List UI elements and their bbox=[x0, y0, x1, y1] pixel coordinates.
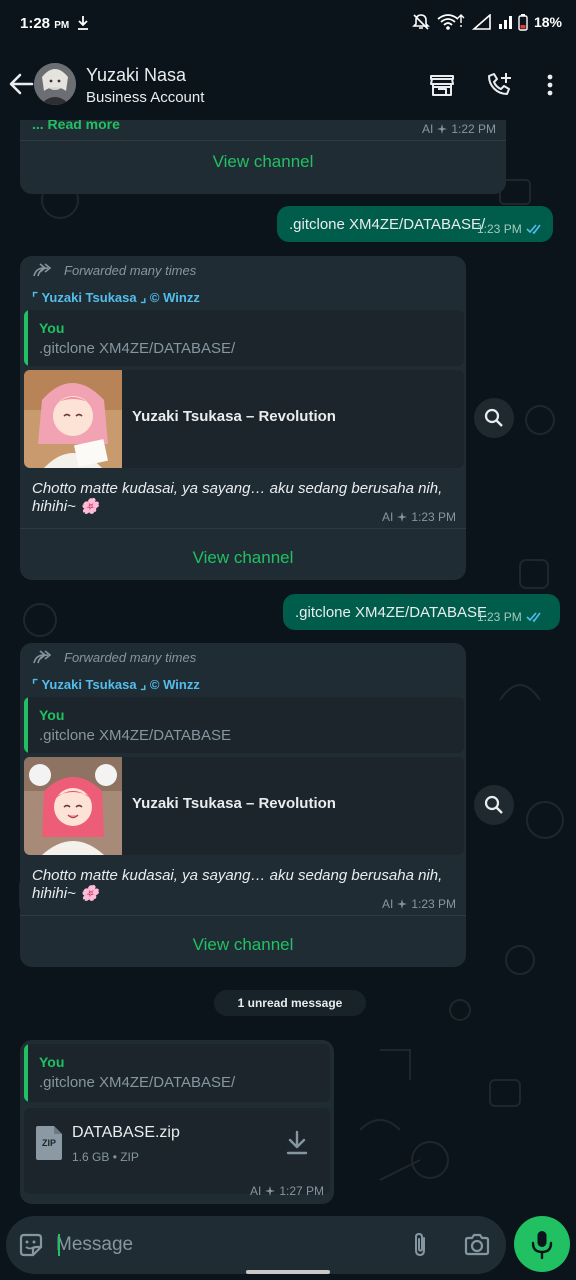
preview-thumbnail bbox=[24, 757, 122, 855]
storefront-icon[interactable] bbox=[427, 70, 457, 100]
chat-header: Yuzaki Nasa Business Account bbox=[0, 48, 576, 120]
link-preview[interactable]: Yuzaki Tsukasa – Revolution bbox=[24, 370, 464, 468]
quote-author: You bbox=[39, 320, 65, 336]
search-icon bbox=[484, 408, 503, 427]
zip-file-icon: ZIP bbox=[36, 1126, 62, 1160]
quoted-reply[interactable]: You .gitclone XM4ZE/DATABASE/ bbox=[24, 1044, 330, 1102]
quote-text: .gitclone XM4ZE/DATABASE/ bbox=[39, 1074, 236, 1091]
home-indicator[interactable] bbox=[246, 1270, 330, 1274]
camera-icon[interactable] bbox=[462, 1230, 492, 1260]
voice-record-button[interactable] bbox=[514, 1216, 570, 1272]
avatar[interactable] bbox=[34, 63, 76, 105]
battery-percent: 18% bbox=[533, 14, 562, 30]
forwarded-many-icon bbox=[33, 650, 52, 664]
status-bar: 1:28 PM 18% bbox=[0, 0, 576, 48]
file-name: DATABASE.zip bbox=[72, 1124, 180, 1141]
message-input[interactable] bbox=[56, 1230, 396, 1260]
text-cursor bbox=[58, 1234, 60, 1256]
forwarded-message[interactable]: Forwarded many times ⌜ Yuzaki Tsukasa ⌟ … bbox=[20, 643, 514, 967]
quote-author: You bbox=[39, 1054, 65, 1070]
quote-bar bbox=[24, 697, 28, 753]
divider bbox=[20, 140, 506, 141]
link-preview[interactable]: Yuzaki Tsukasa – Revolution bbox=[24, 757, 464, 855]
forwarded-many-icon bbox=[33, 263, 52, 277]
channel-name-link[interactable]: ⌜ Yuzaki Tsukasa ⌟ © Winzz bbox=[32, 290, 200, 306]
back-arrow-icon[interactable] bbox=[6, 70, 36, 98]
contact-name[interactable]: Yuzaki Nasa bbox=[86, 65, 186, 86]
double-check-icon bbox=[526, 612, 541, 623]
contact-subtitle: Business Account bbox=[86, 89, 205, 106]
message-meta: AI 1:23 PM bbox=[382, 897, 457, 911]
message-text: .gitclone XM4ZE/DATABASE/ bbox=[289, 216, 486, 233]
download-icon[interactable] bbox=[282, 1128, 312, 1158]
view-channel-button[interactable]: View channel bbox=[20, 935, 466, 955]
ai-sparkle-icon bbox=[397, 899, 408, 909]
outgoing-message[interactable]: .gitclone XM4ZE/DATABASE/ 1:23 PM bbox=[277, 206, 553, 242]
file-attachment[interactable]: ZIP DATABASE.zip 1.6 GB • ZIP bbox=[24, 1108, 330, 1194]
message-list[interactable]: ... Read more AI 1:22 PM View channel .g… bbox=[0, 120, 576, 1210]
quote-bar bbox=[24, 1044, 28, 1102]
search-button[interactable] bbox=[474, 785, 514, 825]
forwarded-label: Forwarded many times bbox=[32, 649, 196, 665]
ai-sparkle-icon bbox=[397, 512, 408, 522]
message-meta: 1:23 PM bbox=[477, 610, 544, 624]
preview-title: Yuzaki Tsukasa – Revolution bbox=[132, 795, 336, 812]
channel-message-card[interactable]: ... Read more AI 1:22 PM View channel bbox=[20, 120, 506, 194]
search-button[interactable] bbox=[474, 398, 514, 438]
more-options-icon[interactable] bbox=[535, 70, 565, 100]
message-meta: AI 1:23 PM bbox=[382, 510, 457, 524]
quote-author: You bbox=[39, 707, 65, 723]
signal-bars-icon bbox=[498, 16, 512, 29]
add-call-icon[interactable] bbox=[484, 70, 514, 100]
double-check-icon bbox=[526, 224, 541, 235]
read-more-link[interactable]: ... Read more bbox=[32, 120, 120, 132]
divider bbox=[20, 915, 466, 916]
outgoing-message[interactable]: .gitclone XM4ZE/DATABASE 1:23 PM bbox=[283, 594, 560, 630]
preview-thumbnail bbox=[24, 370, 122, 468]
message-input-container[interactable] bbox=[6, 1216, 506, 1274]
quote-bar bbox=[24, 310, 28, 366]
view-channel-button[interactable]: View channel bbox=[20, 548, 466, 568]
search-icon bbox=[484, 795, 503, 814]
ai-sparkle-icon bbox=[437, 124, 448, 134]
wifi-icon bbox=[437, 14, 465, 30]
message-meta: AI 1:22 PM bbox=[422, 122, 497, 136]
file-meta: 1.6 GB • ZIP bbox=[72, 1150, 139, 1164]
channel-name-link[interactable]: ⌜ Yuzaki Tsukasa ⌟ © Winzz bbox=[32, 677, 200, 693]
battery-icon bbox=[518, 14, 528, 31]
download-icon bbox=[78, 16, 88, 30]
unread-messages-badge: 1 unread message bbox=[214, 990, 366, 1016]
signal-icon bbox=[471, 14, 491, 30]
file-message[interactable]: You .gitclone XM4ZE/DATABASE/ ZIP DATABA… bbox=[20, 1040, 334, 1204]
message-text: .gitclone XM4ZE/DATABASE bbox=[295, 604, 488, 621]
mute-icon bbox=[412, 14, 430, 30]
sticker-icon[interactable] bbox=[16, 1230, 46, 1260]
forwarded-label: Forwarded many times bbox=[32, 262, 196, 278]
quoted-reply[interactable]: You .gitclone XM4ZE/DATABASE/ bbox=[24, 310, 464, 366]
message-meta: AI 1:27 PM bbox=[250, 1184, 325, 1198]
quote-text: .gitclone XM4ZE/DATABASE bbox=[39, 727, 232, 744]
message-meta: 1:23 PM bbox=[477, 222, 544, 236]
forwarded-message[interactable]: Forwarded many times ⌜ Yuzaki Tsukasa ⌟ … bbox=[20, 256, 514, 580]
attach-icon[interactable] bbox=[406, 1230, 436, 1260]
ai-sparkle-icon bbox=[265, 1186, 276, 1196]
quoted-reply[interactable]: You .gitclone XM4ZE/DATABASE bbox=[24, 697, 464, 753]
status-time: 1:28 PM bbox=[20, 15, 70, 32]
preview-title: Yuzaki Tsukasa – Revolution bbox=[132, 408, 336, 425]
divider bbox=[20, 528, 466, 529]
quote-text: .gitclone XM4ZE/DATABASE/ bbox=[39, 340, 236, 357]
view-channel-button[interactable]: View channel bbox=[20, 152, 506, 172]
microphone-icon bbox=[531, 1231, 553, 1260]
